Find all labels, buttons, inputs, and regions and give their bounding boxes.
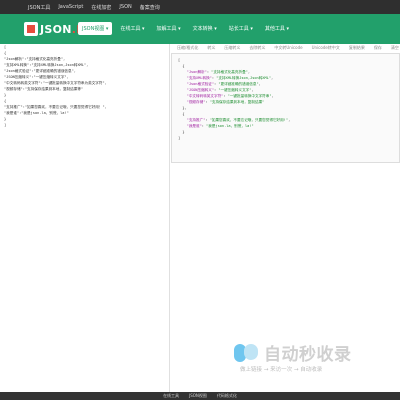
watermark-subtitle: 做上链接 → 来访一次 → 自动收录 (240, 367, 323, 373)
tool-format[interactable]: 压缩/格式化 (177, 45, 198, 51)
nav-item-encrypt-tools[interactable]: 加解工具 ▾ (153, 22, 185, 35)
nav-menu: JSON视图 ▾ 在线工具 ▾ 加解工具 ▾ 文本转换 ▾ 站长工具 ▾ 其他工… (78, 22, 293, 35)
nav-item-other-tools[interactable]: 其他工具 ▾ (261, 22, 293, 35)
watermark: 自动秒收录 (234, 340, 352, 365)
footer-bar: 在线工具 JSON视图 代码格式化 (0, 392, 400, 400)
top-link[interactable]: 在线加密 (91, 4, 111, 11)
json-input-editor[interactable]: [{"Json解析":"支持格式化高亮折叠", "支持XML转换":"支持XML转… (0, 44, 170, 400)
formatted-json-view: [ { "Json解析": "支持格式化高亮折叠", "支持XML转换": "支… (171, 53, 400, 163)
top-link[interactable]: JSON (119, 4, 131, 10)
tool-clear[interactable]: 清空 (391, 45, 399, 51)
input-line: ] (4, 123, 7, 127)
watermark-logo-icon (234, 342, 260, 364)
tool-save[interactable]: 保存 (374, 45, 382, 51)
tool-compress-escape[interactable]: 压缩转义 (224, 45, 240, 51)
output-line: ] (178, 136, 181, 140)
nav-item-online-tools[interactable]: 在线工具 ▾ (116, 22, 148, 35)
footer-link[interactable]: 在线工具 (163, 393, 179, 399)
watermark-title: 自动秒收录 (264, 345, 352, 365)
footer-link[interactable]: JSON视图 (189, 393, 207, 399)
top-link[interactable]: 备案查询 (140, 4, 160, 11)
input-code[interactable]: [{"Json解析":"支持格式化高亮折叠", "支持XML转换":"支持XML转… (4, 44, 170, 128)
tool-unicode-to-cn[interactable]: Unicode转中文 (312, 45, 340, 51)
logo-icon (24, 22, 38, 36)
tool-cn-to-unicode[interactable]: 中文转Unicode (274, 45, 302, 51)
tool-copy[interactable]: 复制结果 (349, 45, 365, 51)
tool-unescape[interactable]: 去除转义 (249, 45, 265, 51)
nav-item-text-convert[interactable]: 文本转换 ▾ (189, 22, 221, 35)
top-link[interactable]: JSON工具 (28, 4, 50, 11)
formatted-code: [ { "Json解析": "支持格式化高亮折叠", "支持XML转换": "支… (178, 57, 290, 141)
nav-item-json-view[interactable]: JSON视图 ▾ (78, 22, 113, 35)
main-navbar: JSON.LA JSON视图 ▾ 在线工具 ▾ 加解工具 ▾ 文本转换 ▾ 站长… (0, 14, 400, 44)
output-toolbar: 压缩/格式化 转义 压缩转义 去除转义 中文转Unicode Unicode转中… (170, 44, 400, 52)
top-link[interactable]: JavaScript (58, 4, 83, 10)
tool-escape[interactable]: 转义 (207, 45, 215, 51)
nav-item-webmaster-tools[interactable]: 站长工具 ▾ (225, 22, 257, 35)
footer-link[interactable]: 代码格式化 (217, 393, 237, 399)
top-links-bar: JSON工具 JavaScript 在线加密 JSON 备案查询 (0, 0, 400, 14)
